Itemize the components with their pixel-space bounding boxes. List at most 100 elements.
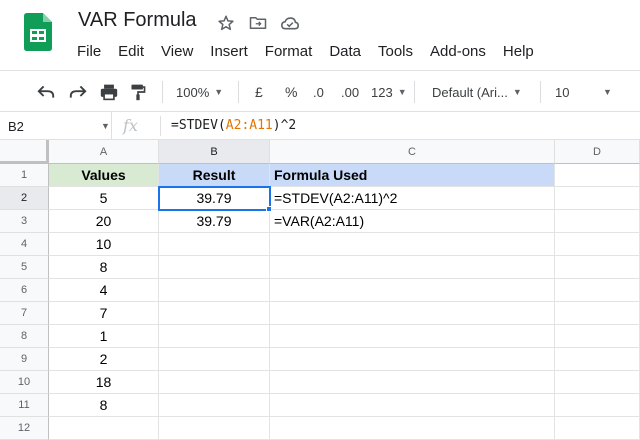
menu-view[interactable]: View	[161, 43, 201, 60]
grid-cell[interactable]	[159, 394, 270, 417]
grid-cell[interactable]	[555, 164, 640, 187]
row-header-10[interactable]: 10	[0, 371, 49, 394]
star-icon[interactable]	[215, 12, 237, 34]
cell-a2[interactable]: 5	[49, 187, 159, 210]
grid-cell[interactable]	[270, 325, 555, 348]
menu-addons[interactable]: Add-ons	[430, 43, 494, 60]
grid-cell[interactable]	[270, 256, 555, 279]
formula-input[interactable]: =STDEV(A2:A11)^2	[171, 118, 296, 133]
grid-cell[interactable]	[555, 187, 640, 210]
grid-cell[interactable]	[159, 325, 270, 348]
grid-cell[interactable]	[270, 394, 555, 417]
fx-icon: fx	[123, 116, 138, 135]
cell-b2[interactable]: 39.79	[159, 187, 270, 210]
row-header-3[interactable]: 3	[0, 210, 49, 233]
row-header-7[interactable]: 7	[0, 302, 49, 325]
menu-data[interactable]: Data	[329, 43, 369, 60]
zoom-select[interactable]: 100% ▼	[176, 71, 223, 113]
row-header-1[interactable]: 1	[0, 164, 49, 187]
cell-a10[interactable]: 18	[49, 371, 159, 394]
grid-cell[interactable]	[555, 394, 640, 417]
cell-a11[interactable]: 8	[49, 394, 159, 417]
cell-c3[interactable]: =VAR(A2:A11)	[270, 210, 555, 233]
fill-handle[interactable]	[266, 206, 272, 212]
menu-tools[interactable]: Tools	[378, 43, 421, 60]
currency-format-button[interactable]: £	[255, 71, 263, 113]
grid-cell[interactable]	[555, 348, 640, 371]
menu-help[interactable]: Help	[503, 43, 542, 60]
cell-c2[interactable]: =STDEV(A2:A11)^2	[270, 187, 555, 210]
column-header-c[interactable]: C	[270, 140, 555, 164]
move-to-folder-icon[interactable]	[247, 12, 269, 34]
font-family-select[interactable]: Default (Ari... ▼	[432, 71, 522, 113]
font-size-dropdown-icon[interactable]: ▼	[598, 71, 612, 113]
cell-a8[interactable]: 1	[49, 325, 159, 348]
cell-a6[interactable]: 4	[49, 279, 159, 302]
row-header-4[interactable]: 4	[0, 233, 49, 256]
grid-cell[interactable]	[555, 302, 640, 325]
grid-cell[interactable]	[159, 233, 270, 256]
decrease-decimal-button[interactable]: .0	[313, 71, 324, 113]
more-formats-select[interactable]: 123 ▼	[371, 71, 407, 113]
header-formula-used[interactable]: Formula Used	[270, 164, 555, 187]
name-box[interactable]: B2 ▼	[0, 112, 112, 140]
paint-format-icon[interactable]	[130, 71, 146, 113]
header-values[interactable]: Values	[49, 164, 159, 187]
grid-cell[interactable]	[270, 279, 555, 302]
grid-cell[interactable]	[555, 233, 640, 256]
grid-cell[interactable]	[270, 302, 555, 325]
grid-cell[interactable]	[555, 279, 640, 302]
increase-decimal-button[interactable]: .00	[341, 71, 359, 113]
grid-cell[interactable]	[555, 256, 640, 279]
grid-cell[interactable]	[555, 417, 640, 440]
decrease-decimal-label: .0	[313, 84, 324, 100]
cell-a3[interactable]: 20	[49, 210, 159, 233]
formula-bar: B2 ▼ fx =STDEV(A2:A11)^2	[0, 112, 640, 140]
cell-a5[interactable]: 8	[49, 256, 159, 279]
grid-cell[interactable]	[159, 279, 270, 302]
chevron-down-icon: ▼	[397, 87, 407, 97]
grid-cell[interactable]	[270, 417, 555, 440]
row-header-8[interactable]: 8	[0, 325, 49, 348]
redo-icon[interactable]	[68, 71, 88, 113]
print-icon[interactable]	[99, 71, 119, 113]
grid-cell[interactable]	[159, 348, 270, 371]
header-result[interactable]: Result	[159, 164, 270, 187]
grid-cell[interactable]	[159, 371, 270, 394]
row-header-5[interactable]: 5	[0, 256, 49, 279]
menu-format[interactable]: Format	[265, 43, 321, 60]
percent-format-button[interactable]: %	[285, 71, 297, 113]
grid-cell[interactable]	[159, 302, 270, 325]
chevron-down-icon: ▼	[101, 121, 110, 131]
grid-cell[interactable]	[159, 417, 270, 440]
cell-a4[interactable]: 10	[49, 233, 159, 256]
cloud-saved-icon[interactable]	[279, 12, 301, 34]
row-header-2[interactable]: 2	[0, 187, 49, 210]
select-all-corner[interactable]	[0, 140, 49, 164]
grid-cell[interactable]	[270, 348, 555, 371]
document-title[interactable]: VAR Formula	[78, 9, 197, 32]
cell-b3[interactable]: 39.79	[159, 210, 270, 233]
row-header-11[interactable]: 11	[0, 394, 49, 417]
row-header-6[interactable]: 6	[0, 279, 49, 302]
grid-cell[interactable]	[270, 371, 555, 394]
sheets-logo-icon[interactable]	[24, 13, 52, 51]
menu-edit[interactable]: Edit	[118, 43, 152, 60]
menu-file[interactable]: File	[77, 43, 109, 60]
grid-cell[interactable]	[555, 371, 640, 394]
column-header-d[interactable]: D	[555, 140, 640, 164]
cell-a7[interactable]: 7	[49, 302, 159, 325]
grid-cell[interactable]	[159, 256, 270, 279]
column-header-a[interactable]: A	[49, 140, 159, 164]
grid-cell[interactable]	[555, 325, 640, 348]
grid-cell[interactable]	[270, 233, 555, 256]
grid-cell[interactable]	[555, 210, 640, 233]
menu-insert[interactable]: Insert	[210, 43, 256, 60]
row-header-12[interactable]: 12	[0, 417, 49, 440]
cell-a9[interactable]: 2	[49, 348, 159, 371]
grid-cell[interactable]	[49, 417, 159, 440]
undo-icon[interactable]	[36, 71, 56, 113]
font-size-select[interactable]: 10	[555, 71, 569, 113]
row-header-9[interactable]: 9	[0, 348, 49, 371]
column-header-b[interactable]: B	[159, 140, 270, 164]
